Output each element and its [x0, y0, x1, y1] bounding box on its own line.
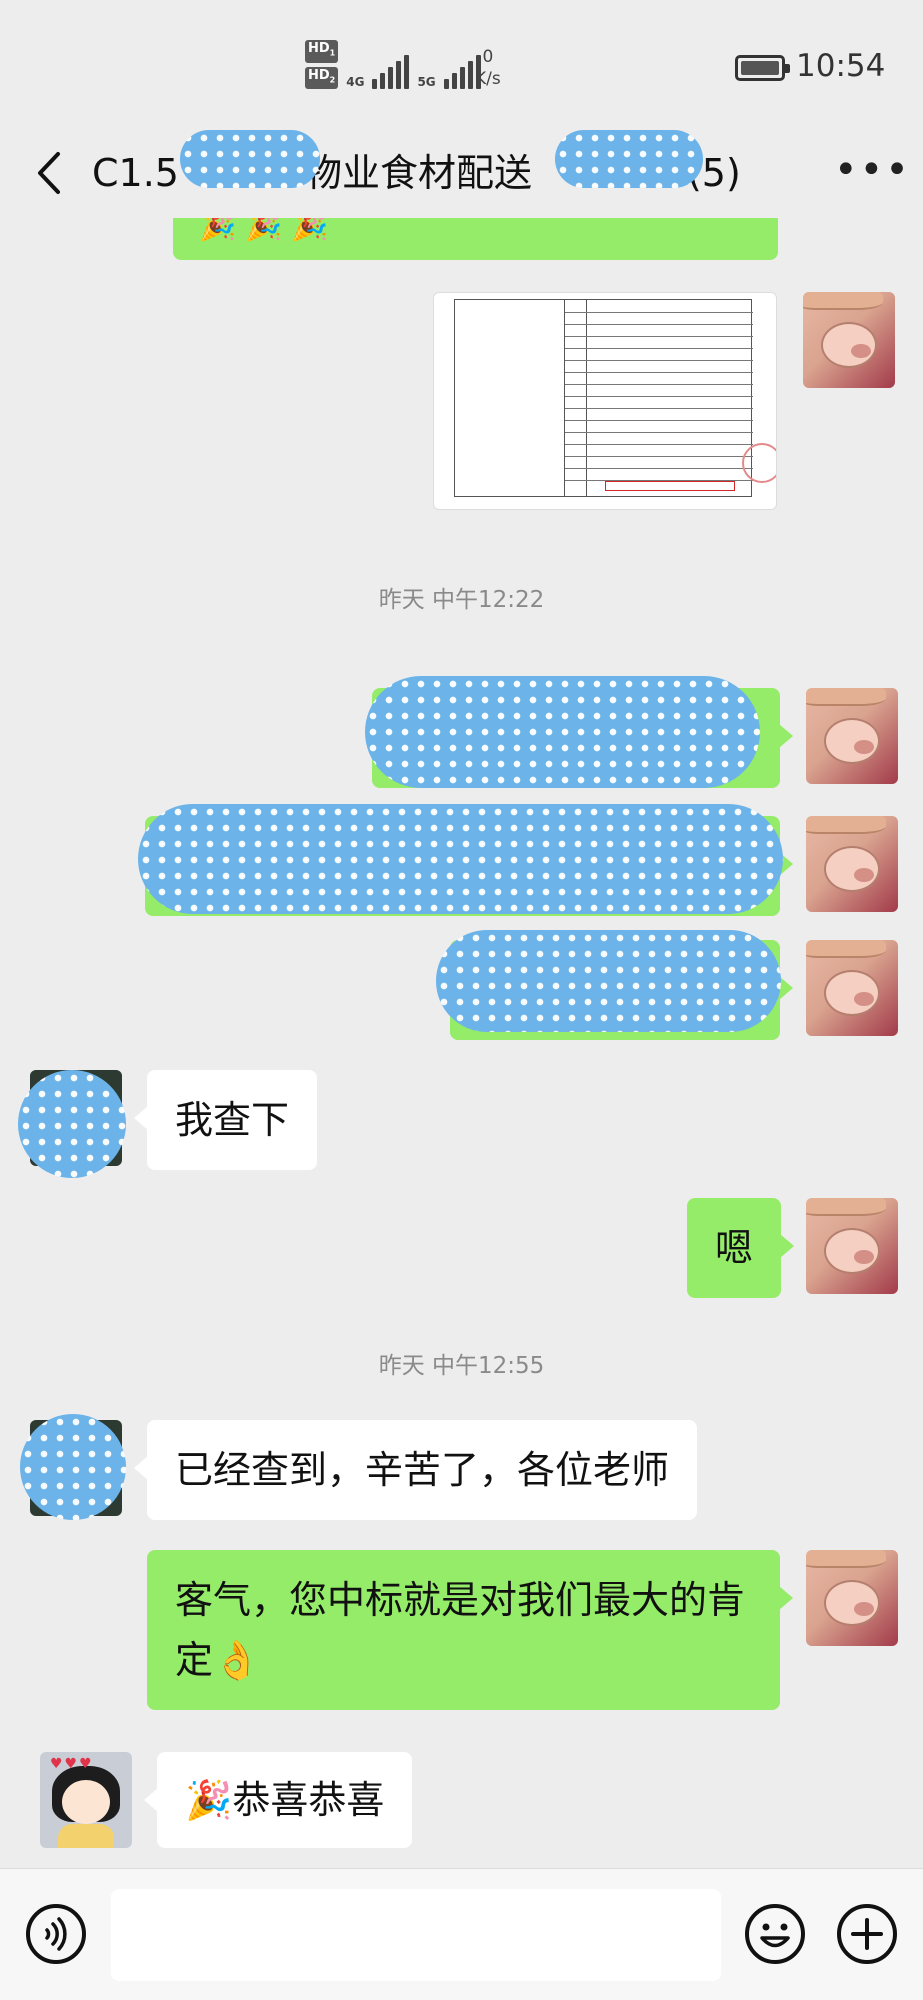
message-bubble[interactable]: 客气，您中标就是对我们最大的肯 定👌	[147, 1550, 793, 1710]
message-bubble[interactable]: 已经查到，辛苦了，各位老师	[133, 1420, 698, 1520]
message-bubble[interactable]: 嗯	[687, 1198, 795, 1298]
avatar[interactable]	[806, 816, 898, 912]
avatar[interactable]	[806, 1550, 898, 1646]
party-popper-icon: 🎉	[291, 218, 329, 243]
avatar[interactable]	[806, 1198, 898, 1294]
emoji-icon[interactable]	[744, 1903, 806, 1965]
avatar[interactable]	[803, 292, 895, 388]
input-bar	[0, 1868, 923, 2000]
voice-icon[interactable]	[25, 1903, 87, 1965]
redaction-mask	[20, 1414, 126, 1520]
network-speed: 0 K/s	[475, 47, 501, 89]
network-type-2: 5G	[417, 75, 436, 90]
signal-icon-1	[372, 55, 410, 90]
message-list: 🎉 🎉 🎉 昨天 中午12:22 我查下 嗯 昨天 中午12:55 已经查到，辛…	[0, 218, 923, 1868]
message-text-line: 客气，您中标就是对我们最大的肯	[175, 1578, 746, 1622]
party-popper-icon: 🎉	[245, 218, 283, 243]
status-bar: HD1 HD2 4G 5G 0 K/s 10:54	[0, 0, 923, 130]
avatar[interactable]	[806, 940, 898, 1036]
redaction-mask	[180, 130, 320, 188]
battery-icon	[735, 55, 790, 81]
redaction-mask	[18, 1070, 126, 1178]
seal-stamp	[742, 443, 776, 483]
timestamp: 昨天 中午12:22	[378, 587, 545, 613]
avatar[interactable]: ♥♥♥	[40, 1752, 132, 1848]
status-time: 10:54	[796, 48, 886, 84]
chat-header: C1.5 物业食材配送 (5) •••	[0, 130, 923, 218]
avatar[interactable]	[806, 688, 898, 784]
message-bubble[interactable]: 🎉恭喜恭喜	[143, 1752, 413, 1848]
plus-icon[interactable]	[836, 1903, 898, 1965]
hd-badge-2: HD2	[305, 66, 339, 90]
message-bubble[interactable]: 我查下	[133, 1070, 318, 1170]
hd-badge-1: HD1	[305, 40, 339, 63]
network-type-1: 4G	[346, 75, 365, 90]
image-message[interactable]	[433, 292, 777, 510]
more-dots-icon[interactable]: •••	[834, 150, 911, 190]
party-popper-icon: 🎉	[199, 218, 237, 243]
back-arrow-icon[interactable]	[30, 148, 70, 198]
document-image	[454, 299, 753, 497]
timestamp: 昨天 中午12:55	[378, 1353, 545, 1379]
message-input[interactable]	[111, 1889, 721, 1981]
redaction-mask	[138, 804, 783, 914]
message-text-line: 定👌	[175, 1638, 261, 1682]
network-indicators: HD1 HD2 4G 5G	[305, 40, 481, 90]
redaction-mask	[555, 130, 703, 188]
redaction-mask	[365, 676, 760, 788]
message-bubble-emoji[interactable]: 🎉 🎉 🎉	[173, 218, 778, 260]
redaction-mask	[436, 930, 781, 1032]
